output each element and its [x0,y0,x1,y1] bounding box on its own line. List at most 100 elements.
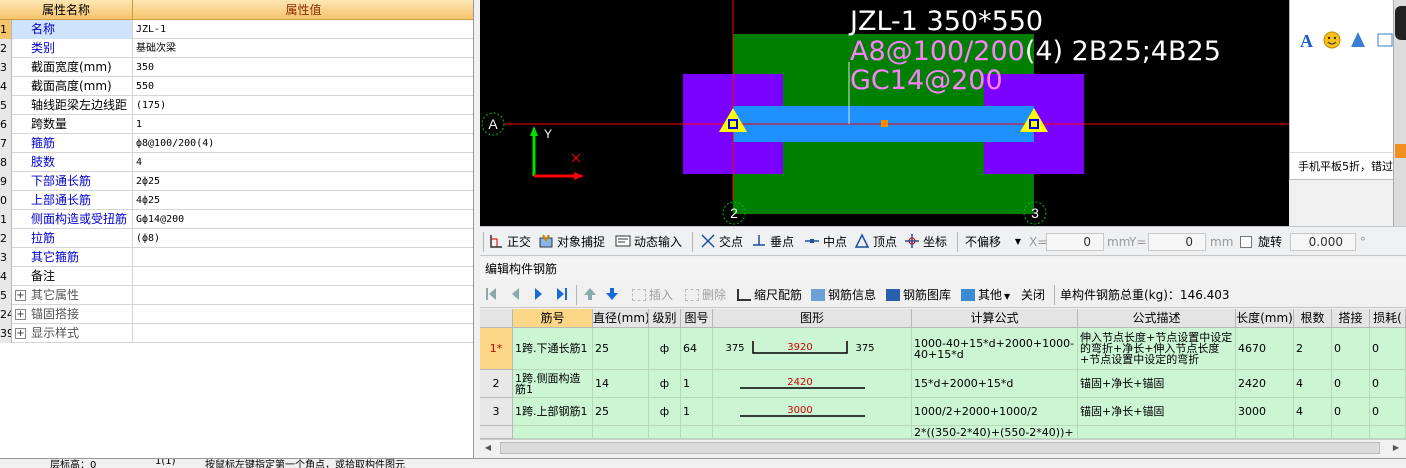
property-value[interactable]: 基础次梁 [133,39,473,58]
ad-text[interactable]: 手机平板5折，错过 [1290,152,1394,180]
dynamic-input-button[interactable]: 动态输入 [615,231,682,253]
grid-cell-partial[interactable] [1332,426,1370,439]
property-value[interactable] [133,305,473,324]
grid-cell-diameter[interactable]: 25 [593,398,649,426]
insert-button[interactable]: 插入 [632,285,673,305]
property-value[interactable] [133,267,473,286]
grid-cell-lap[interactable]: 0 [1332,328,1370,370]
property-row[interactable]: 4 备注 [0,267,473,286]
scale-rebar-button[interactable]: 缩尺配筋 [737,285,802,305]
rotate-input[interactable]: 0.000 [1290,233,1356,251]
grid-cell-partial[interactable] [1294,426,1332,439]
grid-cell-count[interactable]: 4 [1294,398,1332,426]
offset-select[interactable]: 不偏移 ▼ [961,232,1025,252]
grid-cell-partial[interactable] [1370,426,1406,439]
side-thumbnail[interactable] [1395,6,1406,40]
property-row[interactable]: 3 截面宽度(mm) 350 [0,58,473,77]
grid-cell-partial[interactable] [513,426,593,439]
grid-cell-diameter[interactable]: 14 [593,370,649,398]
grid-cell-loss[interactable]: 0 [1370,398,1406,426]
property-row[interactable]: 7 箍筋 ф8@100/200(4) [0,134,473,153]
property-value[interactable]: (175) [133,96,473,115]
property-row[interactable]: 9 下部通长筋 2ф25 [0,172,473,191]
grid-header[interactable]: 长度(mm) [1236,309,1294,328]
grid-cell-partial[interactable] [649,426,681,439]
coordinate-button[interactable]: 坐标 [904,231,947,253]
grid-cell-description[interactable]: 锚固+净长+锚固 [1078,370,1236,398]
last-record-icon[interactable] [557,288,567,300]
property-row[interactable]: 6 跨数量 1 [0,115,473,134]
property-row[interactable]: 1 侧面构造或受扭筋 Gф14@200 [0,210,473,229]
grid-cell-loss[interactable]: 0 [1370,370,1406,398]
grid-cell-bar-no[interactable]: 1跨.下通长筋1 [513,328,593,370]
grid-cell-fig-no[interactable]: 1 [681,370,713,398]
grid-cell-bar-no[interactable]: 1跨.上部钢筋1 [513,398,593,426]
grid-header[interactable]: 计算公式 [912,309,1078,328]
grid-cell-grade[interactable]: ф [649,328,681,370]
grid-header[interactable]: 根数 [1294,309,1332,328]
expand-icon[interactable]: + [15,328,26,339]
scroll-right-icon[interactable]: ▶ [1390,442,1402,454]
vertex-button[interactable]: 顶点 [854,231,897,253]
grid-cell-formula[interactable]: 15*d+2000+15*d [912,370,1078,398]
grid-cell-description[interactable]: 锚固+净长+锚固 [1078,398,1236,426]
property-value[interactable] [133,248,473,267]
grid-cell-loss[interactable]: 0 [1370,328,1406,370]
side-flag-icon[interactable] [1395,144,1406,158]
grid-cell-partial[interactable] [681,426,713,439]
property-row[interactable]: 39+ 显示样式 [0,324,473,343]
property-row[interactable]: 2 类别 基础次梁 [0,39,473,58]
property-row[interactable]: 8 肢数 4 [0,153,473,172]
rebar-info-button[interactable]: 钢筋信息 [811,285,876,305]
grid-header[interactable]: 图形 [713,309,912,328]
property-row[interactable]: 5 轴线距梁左边线距 (175) [0,96,473,115]
expand-icon[interactable]: + [15,309,26,320]
property-value[interactable]: JZL-1 [133,20,473,39]
property-row[interactable]: 24+ 锚固搭接 [0,305,473,324]
delete-button[interactable]: 删除 [685,285,726,305]
property-value-header[interactable]: 属性值 [133,0,473,20]
property-row[interactable]: 3 其它箍筋 [0,248,473,267]
property-value[interactable]: 2ф25 [133,172,473,191]
property-row[interactable]: 2 拉筋 (ф8) [0,229,473,248]
property-value[interactable]: (ф8) [133,229,473,248]
property-value[interactable]: 1 [133,115,473,134]
grid-cell-bar-no[interactable]: 1跨.侧面构造筋1 [513,370,593,398]
grid-cell-length[interactable]: 4670 [1236,328,1294,370]
grid-cell-formula[interactable]: 1000/2+2000+1000/2 [912,398,1078,426]
grid-header[interactable]: 损耗( [1370,309,1406,328]
scroll-thumb[interactable] [500,442,1380,454]
grid-cell-partial[interactable] [1078,426,1236,439]
grid-header[interactable]: 图号 [681,309,713,328]
grid-cell-count[interactable]: 4 [1294,370,1332,398]
property-row[interactable]: 1 名称 JZL-1 [0,20,473,39]
grid-header[interactable]: 搭接 [1332,309,1370,328]
grid-cell-partial[interactable] [593,426,649,439]
move-up-icon[interactable] [584,288,596,300]
property-value[interactable]: 4ф25 [133,191,473,210]
rebar-library-button[interactable]: 钢筋图库 [886,285,951,305]
property-value[interactable]: 550 [133,77,473,96]
grid-cell-length[interactable]: 3000 [1236,398,1294,426]
property-value[interactable]: ф8@100/200(4) [133,134,473,153]
intersection-button[interactable]: 交点 [700,231,743,253]
grid-cell-diameter[interactable]: 25 [593,328,649,370]
expand-icon[interactable]: + [15,290,26,301]
property-name-header[interactable]: 属性名称 [0,0,133,20]
grid-row-number[interactable]: 2 [480,370,513,398]
rebar-shape-cell[interactable]: 2420 [713,370,912,398]
grid-cell-formula[interactable]: 1000-40+15*d+2000+1000-40+15*d [912,328,1078,370]
grid-cell-lap[interactable]: 0 [1332,398,1370,426]
x-coordinate-input[interactable]: 0 [1046,233,1104,251]
horizontal-scrollbar[interactable]: ◀ ▶ [480,439,1406,456]
property-value[interactable] [133,324,473,343]
y-coordinate-input[interactable]: 0 [1148,233,1206,251]
move-down-icon[interactable] [606,288,618,300]
grid-row-number[interactable]: 3 [480,398,513,426]
grid-header[interactable]: 公式描述 [1078,309,1236,328]
object-snap-button[interactable]: 对象捕捉 [538,231,605,253]
first-record-icon[interactable] [486,288,496,300]
property-value[interactable]: 350 [133,58,473,77]
grid-row-number[interactable] [480,426,513,439]
grid-cell-partial[interactable] [1236,426,1294,439]
